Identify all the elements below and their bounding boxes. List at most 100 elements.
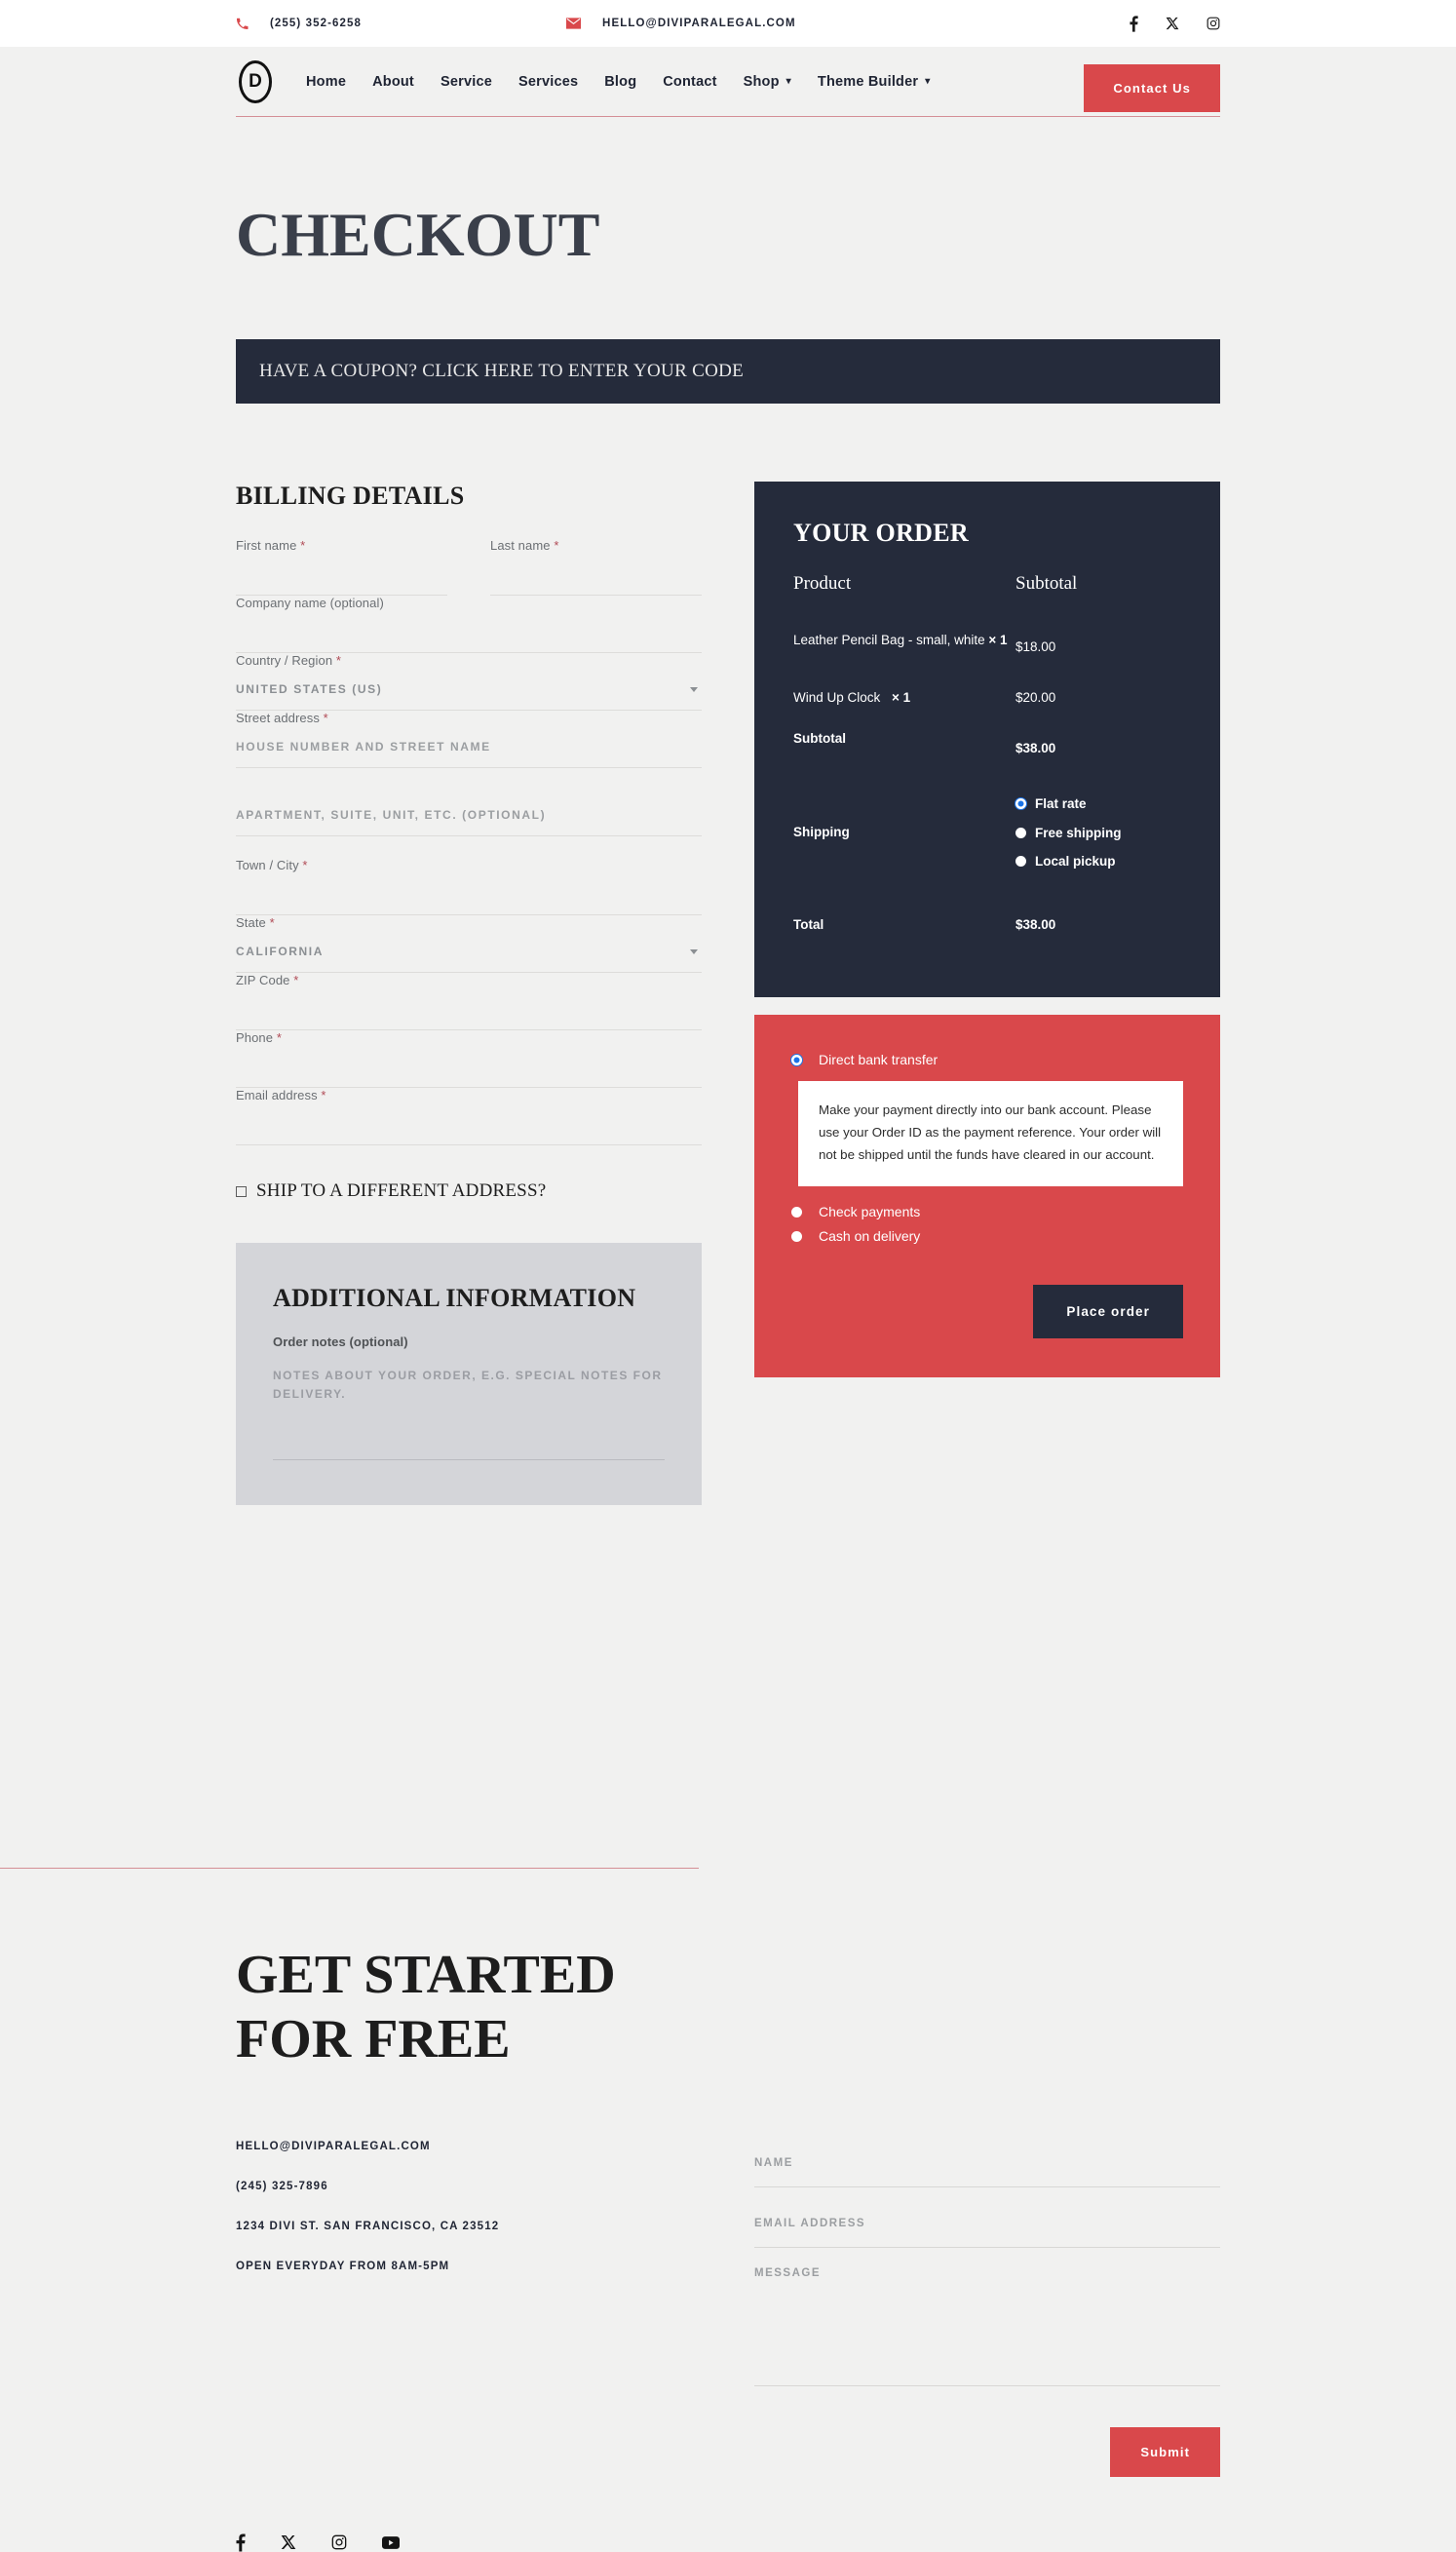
contact-message-textarea[interactable]: [754, 2261, 1220, 2386]
chevron-down-icon: ▾: [785, 75, 791, 87]
payment-options-list: Check payments Cash on delivery: [791, 1204, 1183, 1244]
state-select[interactable]: [236, 930, 702, 974]
place-order-button[interactable]: Place order: [1033, 1285, 1183, 1339]
facebook-icon[interactable]: [236, 2533, 246, 2552]
instagram-icon[interactable]: [1207, 17, 1220, 30]
topbar-email[interactable]: HELLO@DIVIPARALEGAL.COM: [566, 18, 796, 29]
country-region-select[interactable]: [236, 668, 702, 712]
phone-label-text: Phone: [236, 1030, 274, 1046]
nav-item-theme-builder[interactable]: Theme Builder ▾: [818, 74, 931, 90]
company-name-label: Company name (optional): [236, 596, 384, 611]
first-name-label-text: First name: [236, 538, 297, 554]
required-marker: *: [293, 973, 299, 988]
shipping-option-flat-rate[interactable]: Flat rate: [1015, 794, 1181, 814]
shipping-option-free-shipping[interactable]: Free shipping: [1015, 824, 1181, 843]
nav-label: Theme Builder: [817, 73, 919, 90]
order-subtotal-row: Subtotal $38.00: [793, 728, 1181, 779]
last-name-label: Last name *: [490, 538, 702, 553]
radio-selected-icon[interactable]: [1015, 798, 1026, 810]
first-name-input[interactable]: [236, 553, 447, 597]
order-item-qty: × 1: [892, 689, 911, 705]
topbar-social-links: [1130, 15, 1220, 32]
order-notes-textarea[interactable]: [273, 1367, 665, 1461]
nav-label: Home: [306, 73, 347, 90]
checkbox-icon[interactable]: [236, 1185, 247, 1197]
nav-item-about[interactable]: About: [372, 74, 414, 90]
site-logo[interactable]: D: [236, 58, 275, 105]
footer-hours: OPEN EVERYDAY FROM 8AM-5PM: [236, 2260, 450, 2272]
phone-label: Phone *: [236, 1030, 702, 1045]
nav-label: About: [372, 73, 414, 90]
country-select-wrap: [236, 668, 702, 712]
town-city-field: Town / City *: [236, 858, 702, 916]
zip-code-input[interactable]: [236, 987, 702, 1031]
logo-letter: D: [239, 59, 272, 103]
payment-option-label: Cash on delivery: [819, 1228, 921, 1245]
street-address-label: Street address *: [236, 711, 702, 725]
facebook-icon[interactable]: [1130, 15, 1138, 32]
footer-phone[interactable]: (245) 325-7896: [236, 2181, 702, 2192]
payment-option-direct-bank-transfer[interactable]: Direct bank transfer: [791, 1052, 1183, 1067]
required-marker: *: [302, 858, 308, 873]
company-name-input[interactable]: [236, 610, 702, 654]
street-address-field: Street address *: [236, 711, 702, 769]
shipping-option-local-pickup[interactable]: Local pickup: [1015, 852, 1181, 871]
shipping-option-label: Local pickup: [1035, 854, 1116, 870]
phone-input[interactable]: [236, 1045, 702, 1089]
nav-item-home[interactable]: Home: [306, 74, 346, 90]
your-order-panel: YOUR ORDER Product Subtotal Leather Penc…: [754, 482, 1220, 998]
street-address-2-input[interactable]: [236, 793, 702, 837]
street-address-input[interactable]: [236, 725, 702, 769]
contact-name-input[interactable]: [754, 2140, 1220, 2187]
radio-icon[interactable]: [791, 1206, 802, 1218]
last-name-field: Last name *: [490, 538, 702, 597]
nav-item-shop[interactable]: Shop ▾: [744, 74, 791, 90]
nav-label: Service: [440, 73, 492, 90]
email-address-label: Email address *: [236, 1088, 702, 1102]
submit-button[interactable]: Submit: [1110, 2426, 1220, 2477]
order-total-value: $38.00: [1015, 916, 1056, 932]
town-city-input[interactable]: [236, 872, 702, 916]
footer-section: GET STARTED FOR FREE HELLO@DIVIPARALEGAL…: [236, 1869, 1220, 2552]
order-item-price: $18.00: [1015, 639, 1056, 655]
payment-option-cash-on-delivery[interactable]: Cash on delivery: [791, 1228, 1183, 1244]
order-item-name: Wind Up Clock × 1: [793, 677, 1015, 728]
page-title: CHECKOUT: [236, 200, 600, 269]
nav-label: Contact: [663, 73, 717, 90]
state-select-wrap: [236, 930, 702, 974]
order-subtotal-label: Subtotal: [793, 730, 846, 746]
street-address-label-text: Street address: [236, 711, 320, 726]
nav-item-contact[interactable]: Contact: [663, 74, 716, 90]
footer-contact-info: HELLO@DIVIPARALEGAL.COM (245) 325-7896 1…: [236, 2141, 702, 2301]
submit-wrap: Submit: [754, 2426, 1220, 2477]
x-twitter-icon[interactable]: [1166, 17, 1179, 30]
order-total-row: Total $38.00: [793, 901, 1181, 955]
radio-selected-icon[interactable]: [791, 1054, 802, 1065]
zip-code-label-text: ZIP Code: [236, 973, 290, 988]
youtube-icon[interactable]: [382, 2535, 400, 2549]
coupon-toggle-bar[interactable]: HAVE A COUPON? CLICK HERE TO ENTER YOUR …: [236, 339, 1220, 405]
payment-methods-panel: Direct bank transfer Make your payment d…: [754, 1015, 1220, 1378]
nav-label: Services: [517, 73, 579, 90]
topbar-phone[interactable]: (255) 352-6258: [236, 18, 362, 30]
order-summary-table: Product Subtotal Leather Pencil Bag - sm…: [793, 573, 1181, 954]
payment-option-check-payments[interactable]: Check payments: [791, 1204, 1183, 1219]
order-item-name-text: Wind Up Clock: [793, 689, 881, 705]
radio-icon[interactable]: [1015, 827, 1026, 838]
ship-to-different-address-toggle[interactable]: SHIP TO A DIFFERENT ADDRESS?: [236, 1180, 702, 1202]
chevron-down-icon: ▾: [925, 75, 931, 87]
state-field: State *: [236, 915, 702, 974]
instagram-icon[interactable]: [331, 2534, 347, 2550]
radio-icon[interactable]: [791, 1230, 802, 1242]
last-name-label-text: Last name: [490, 538, 551, 554]
radio-icon[interactable]: [1015, 856, 1026, 868]
contact-us-button[interactable]: Contact Us: [1084, 64, 1220, 112]
x-twitter-icon[interactable]: [281, 2534, 296, 2550]
contact-email-input[interactable]: [754, 2200, 1220, 2248]
nav-item-services[interactable]: Services: [518, 74, 578, 90]
footer-email[interactable]: HELLO@DIVIPARALEGAL.COM: [236, 2141, 702, 2152]
last-name-input[interactable]: [490, 553, 702, 597]
nav-item-service[interactable]: Service: [441, 74, 492, 90]
nav-item-blog[interactable]: Blog: [604, 74, 636, 90]
email-address-input[interactable]: [236, 1102, 702, 1146]
